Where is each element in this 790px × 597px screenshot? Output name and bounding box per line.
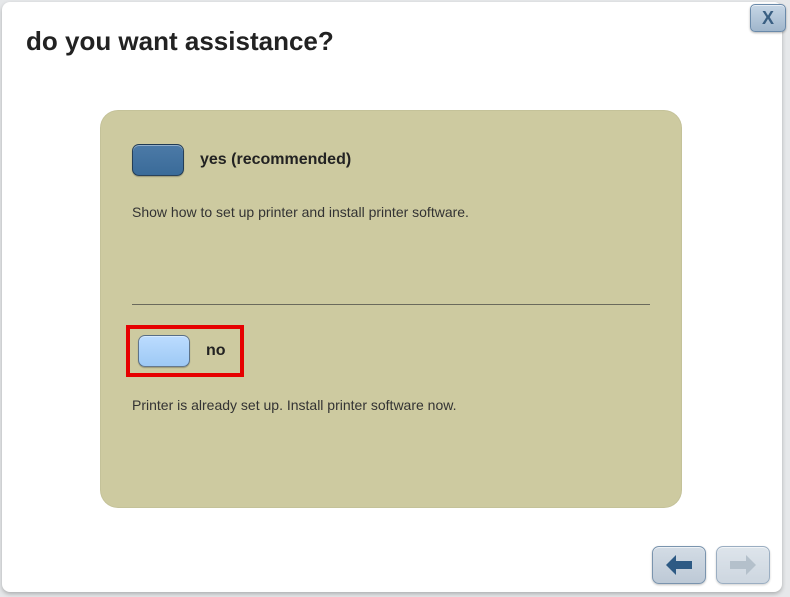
option-yes-label: yes (recommended) (200, 151, 351, 169)
arrow-left-icon (666, 555, 692, 575)
next-button[interactable] (716, 546, 770, 584)
option-yes-description: Show how to set up printer and install p… (132, 204, 650, 220)
option-no-highlight: no (126, 325, 244, 377)
nav-buttons (652, 546, 770, 584)
option-no-description: Printer is already set up. Install print… (132, 397, 650, 413)
arrow-right-icon (730, 555, 756, 575)
options-panel: yes (recommended) Show how to set up pri… (100, 110, 682, 508)
dialog-window: X do you want assistance? yes (recommend… (2, 2, 782, 592)
options-divider (132, 304, 650, 305)
option-yes-row: yes (recommended) (132, 144, 650, 176)
option-yes-button[interactable] (132, 144, 184, 176)
option-no-label: no (206, 342, 226, 360)
close-icon: X (762, 9, 774, 27)
dialog-title: do you want assistance? (2, 2, 782, 57)
back-button[interactable] (652, 546, 706, 584)
option-no-button[interactable] (138, 335, 190, 367)
close-button[interactable]: X (750, 4, 786, 32)
